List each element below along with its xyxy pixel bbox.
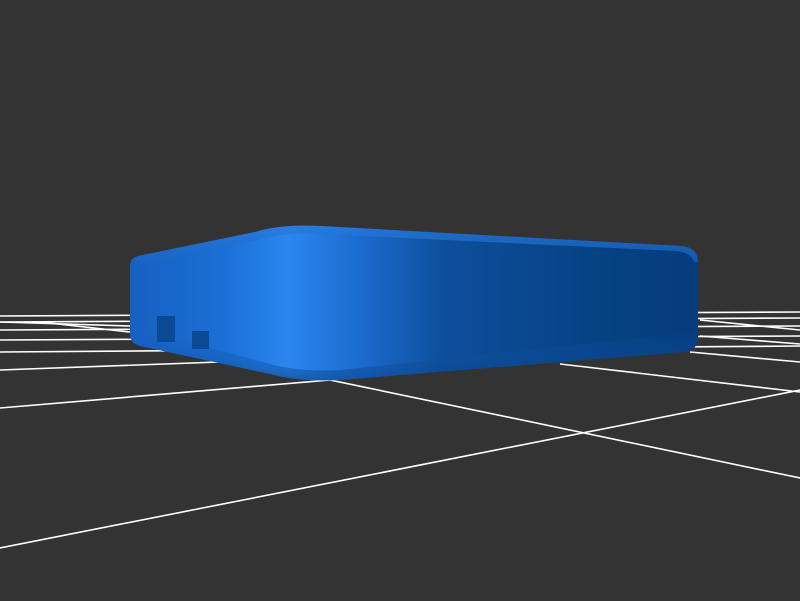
scene-canvas[interactable] <box>0 0 800 601</box>
grid-line <box>0 379 331 409</box>
3d-viewport[interactable] <box>0 0 800 601</box>
port-opening <box>192 331 209 349</box>
port-opening <box>157 316 175 342</box>
grid-line <box>699 319 800 331</box>
grid-line <box>0 389 800 549</box>
grid-line <box>559 363 800 393</box>
enclosure-model[interactable] <box>130 225 698 381</box>
grid-line <box>699 335 800 345</box>
grid-line <box>689 351 800 363</box>
grid-line <box>329 379 800 479</box>
